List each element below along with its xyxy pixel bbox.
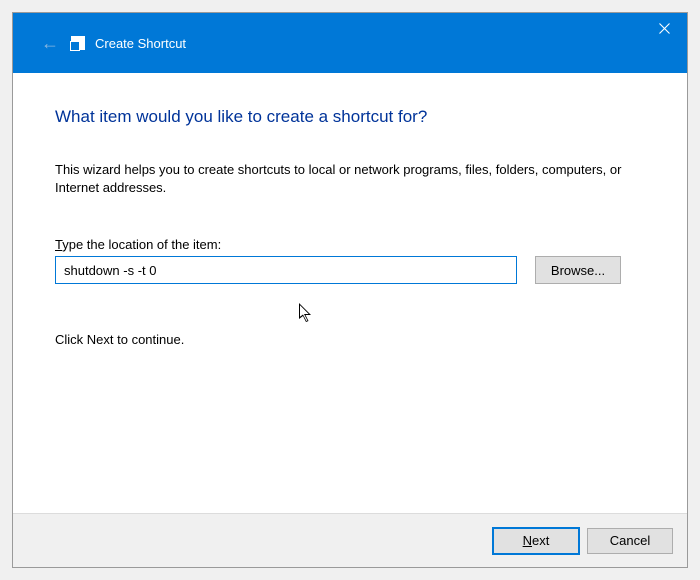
wizard-heading: What item would you like to create a sho… xyxy=(55,107,645,127)
wizard-footer: Next Cancel xyxy=(13,513,687,567)
window-title: Create Shortcut xyxy=(95,36,186,51)
create-shortcut-wizard: ← Create Shortcut What item would you li… xyxy=(12,12,688,568)
location-field-label: Type the location of the item: xyxy=(55,237,645,252)
close-button[interactable] xyxy=(641,13,687,43)
wizard-content: What item would you like to create a sho… xyxy=(13,73,687,513)
next-button[interactable]: Next xyxy=(493,528,579,554)
continue-hint: Click Next to continue. xyxy=(55,332,645,347)
browse-button[interactable]: Browse... xyxy=(535,256,621,284)
titlebar: ← Create Shortcut xyxy=(13,13,687,73)
mouse-cursor-icon xyxy=(299,303,315,325)
shortcut-file-icon xyxy=(71,36,85,50)
location-input[interactable] xyxy=(55,256,517,284)
cancel-button[interactable]: Cancel xyxy=(587,528,673,554)
back-arrow-icon: ← xyxy=(41,34,59,52)
wizard-description: This wizard helps you to create shortcut… xyxy=(55,161,645,197)
close-icon xyxy=(659,23,670,34)
location-input-row: Browse... xyxy=(55,256,645,284)
